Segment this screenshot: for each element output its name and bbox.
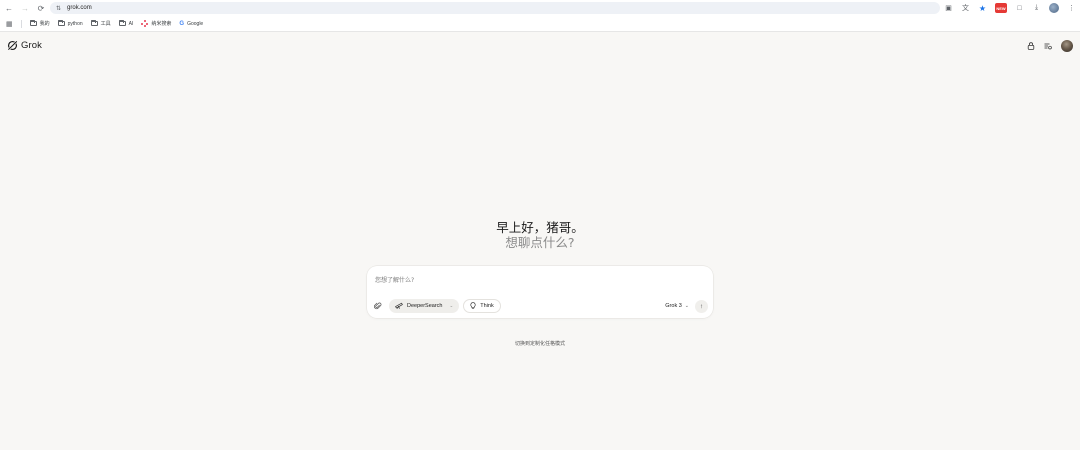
folder-icon bbox=[57, 20, 65, 26]
bookmark-folder[interactable]: 我的 bbox=[29, 20, 50, 27]
history-list-icon[interactable] bbox=[1044, 42, 1052, 50]
prompt-input[interactable]: 您想了解什么? bbox=[375, 275, 414, 284]
bookmark-label: 我的 bbox=[39, 21, 50, 27]
download-icon[interactable]: ⤓ bbox=[1032, 4, 1041, 13]
grok-logo[interactable]: Grok bbox=[7, 40, 42, 51]
folder-icon bbox=[118, 20, 126, 26]
site-settings-icon[interactable]: ⇅ bbox=[56, 5, 61, 12]
bookmarks-bar: ▦ 我的 python 工具 AI 纳米搜索 G Google bbox=[0, 16, 1080, 32]
browser-toolbar: ← → ⟳ ⇅ grok.com ▣ 文 ★ NEW □ ⤓ ⋮ bbox=[0, 0, 1080, 16]
lightbulb-icon bbox=[470, 301, 476, 311]
address-bar[interactable]: ⇅ grok.com bbox=[50, 2, 940, 14]
chevron-down-icon: ⌄ bbox=[684, 303, 689, 309]
folder-icon bbox=[29, 20, 37, 26]
model-label: Grok 3 bbox=[665, 303, 682, 309]
private-lock-icon[interactable] bbox=[1027, 42, 1035, 50]
attach-paperclip-icon[interactable] bbox=[372, 300, 384, 312]
bookmark-folder[interactable]: python bbox=[57, 20, 83, 27]
forward-icon[interactable]: → bbox=[18, 1, 32, 15]
composer-toolbar: DeeperSearch ⌄ Think Grok 3 ⌄ ↑ bbox=[372, 298, 708, 314]
profile-avatar[interactable] bbox=[1049, 3, 1059, 13]
google-icon: G bbox=[179, 20, 185, 27]
model-selector[interactable]: Grok 3 ⌄ bbox=[665, 303, 689, 309]
back-icon[interactable]: ← bbox=[2, 1, 16, 15]
bookmark-link[interactable]: 纳米搜索 bbox=[141, 20, 171, 27]
apps-grid-icon[interactable]: ▦ bbox=[6, 20, 13, 28]
browser-actions: ▣ 文 ★ NEW □ ⤓ ⋮ bbox=[944, 0, 1076, 16]
bookmark-label: 纳米搜索 bbox=[151, 21, 172, 27]
bookmark-folder[interactable]: AI bbox=[118, 20, 134, 27]
bookmark-link[interactable]: G Google bbox=[179, 21, 203, 27]
extension-new-badge[interactable]: NEW bbox=[995, 3, 1007, 13]
bookmark-label: python bbox=[67, 20, 83, 27]
cast-icon[interactable]: ▣ bbox=[944, 4, 953, 13]
user-avatar[interactable] bbox=[1061, 40, 1073, 52]
grok-logo-text: Grok bbox=[21, 40, 42, 51]
header-actions bbox=[1027, 40, 1073, 52]
reload-icon[interactable]: ⟳ bbox=[34, 1, 48, 15]
bookmark-label: Google bbox=[187, 20, 204, 27]
nano-search-icon bbox=[141, 20, 149, 27]
deepersearch-label: DeeperSearch bbox=[407, 303, 443, 309]
menu-kebab-icon[interactable]: ⋮ bbox=[1067, 4, 1076, 13]
chevron-down-icon[interactable]: ⌄ bbox=[449, 303, 453, 309]
translate-icon[interactable]: 文 bbox=[961, 4, 970, 13]
personalize-mode-link[interactable]: 切换到定制化任格模式 bbox=[0, 340, 1080, 347]
bookmark-label: 工具 bbox=[100, 21, 111, 27]
url-text[interactable]: grok.com bbox=[67, 5, 92, 11]
folder-icon bbox=[90, 20, 98, 26]
bookmark-label: AI bbox=[128, 20, 134, 27]
bookmarks-divider bbox=[20, 19, 22, 28]
think-label: Think bbox=[480, 303, 494, 309]
think-button[interactable]: Think bbox=[463, 299, 501, 313]
extensions-icon[interactable]: □ bbox=[1015, 4, 1024, 13]
telescope-icon bbox=[395, 302, 403, 311]
grok-logo-icon bbox=[7, 40, 18, 51]
bookmark-folder[interactable]: 工具 bbox=[90, 20, 111, 27]
greeting-subtitle: 想聊点什么? bbox=[505, 235, 575, 250]
send-arrow-icon[interactable]: ↑ bbox=[695, 299, 708, 313]
deepersearch-button[interactable]: DeeperSearch ⌄ bbox=[389, 299, 460, 313]
composer-card: 您想了解什么? DeeperSearch ⌄ Think Grok 3 ⌄ ↑ bbox=[367, 266, 713, 318]
bookmark-star-icon[interactable]: ★ bbox=[978, 4, 987, 13]
